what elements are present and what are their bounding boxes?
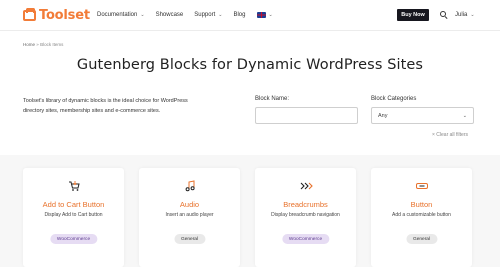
block-categories-value: Any [378, 112, 388, 119]
cart-icon [23, 180, 124, 192]
card-title: Button [410, 200, 433, 209]
intro-text: Toolset's library of dynamic blocks is t… [23, 98, 188, 114]
nav-blog[interactable]: Blog [233, 12, 245, 18]
clear-filters-link[interactable]: × Clear all filters [432, 132, 468, 138]
breadcrumb-home[interactable]: Home [23, 42, 35, 47]
chevron-down-icon: ⌄ [470, 12, 475, 18]
card-description: Display Add to Cart button [44, 212, 103, 218]
category-tag[interactable]: General [405, 234, 438, 244]
card-title: Breadcrumbs [283, 200, 328, 209]
breadcrumb-separator: » [36, 42, 39, 47]
chevron-down-icon: ⌄ [268, 12, 273, 18]
main-nav: Documentation ⌄ Showcase Support ⌄ Blog … [97, 12, 284, 18]
nav-blog-label: Blog [233, 12, 246, 18]
breadcrumbs-icon [255, 180, 356, 192]
page-title: Gutenberg Blocks for Dynamic WordPress S… [76, 57, 424, 73]
card-title: Add to Cart Button [42, 200, 105, 209]
nav-support-label: Support [194, 12, 216, 18]
nav-documentation[interactable]: Documentation ⌄ [97, 12, 145, 18]
language-switcher[interactable]: ⌄ [256, 12, 273, 18]
breadcrumb: Home » Block Items [23, 42, 63, 47]
nav-showcase[interactable]: Showcase [156, 12, 184, 18]
block-card[interactable]: Button Add a customizable button General [371, 168, 472, 267]
category-tag[interactable]: General [173, 234, 206, 244]
nav-documentation-label: Documentation [97, 12, 138, 18]
block-name-input[interactable] [255, 107, 358, 124]
search-icon[interactable] [440, 11, 448, 20]
breadcrumb-current: Block Items [40, 42, 64, 47]
audio-icon [139, 180, 240, 192]
block-categories-select[interactable]: Any ⌄ [371, 107, 474, 124]
button-icon [371, 180, 472, 192]
block-card[interactable]: Add to Cart Button Display Add to Cart b… [23, 168, 124, 267]
user-name: Julia [455, 12, 468, 18]
user-menu[interactable]: Julia ⌄ [455, 12, 475, 18]
buy-now-button[interactable]: Buy Now [397, 9, 429, 21]
nav-support[interactable]: Support ⌄ [194, 12, 222, 18]
block-categories-label: Block Categories [371, 96, 417, 102]
toolset-logo[interactable]: Toolset [23, 8, 90, 23]
logo-text: Toolset [39, 8, 90, 23]
card-title: Audio [179, 200, 200, 209]
category-tag[interactable]: WooCommerce [49, 234, 98, 244]
block-card[interactable]: Breadcrumbs Display breadcrumb navigatio… [255, 168, 356, 267]
nav-showcase-label: Showcase [155, 12, 184, 18]
chevron-down-icon: ⌄ [462, 112, 467, 119]
site-header: Toolset Documentation ⌄ Showcase Support… [0, 0, 500, 31]
uk-flag-icon [257, 12, 267, 18]
chevron-down-icon: ⌄ [140, 12, 145, 18]
block-card[interactable]: Audio Insert an audio player General [139, 168, 240, 267]
card-description: Display breadcrumb navigation [271, 212, 340, 218]
chevron-down-icon: ⌄ [218, 12, 223, 18]
block-name-label: Block Name: [255, 96, 290, 102]
toolbox-icon [23, 8, 36, 21]
card-description: Add a customizable button [392, 212, 451, 218]
card-description: Insert an audio player [165, 212, 214, 218]
category-tag[interactable]: WooCommerce [281, 234, 330, 244]
